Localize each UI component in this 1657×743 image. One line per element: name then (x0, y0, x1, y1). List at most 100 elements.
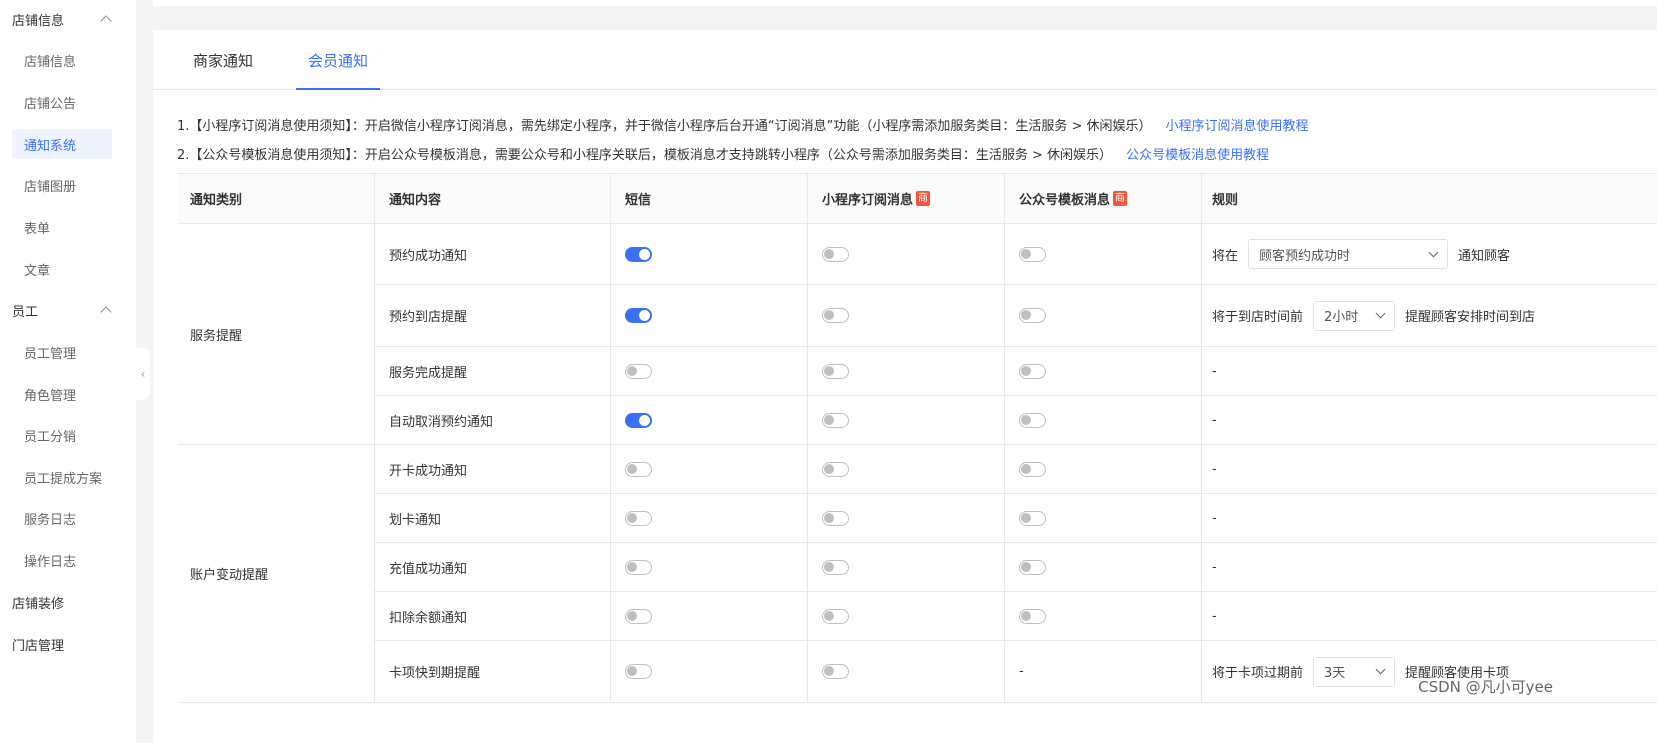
table-row: 扣除余额通知 - (375, 592, 1657, 641)
official-toggle[interactable] (1019, 412, 1046, 428)
nav-group-store-info[interactable]: 店铺信息 (12, 9, 114, 29)
mini-cell (808, 641, 1005, 702)
sidebar-item-form[interactable]: 表单 (12, 212, 112, 242)
sidebar-item-store-notice[interactable]: 店铺公告 (12, 87, 112, 117)
mini-cell (808, 224, 1005, 284)
header-mini-program: 小程序订阅消息商 (808, 174, 1005, 223)
sms-toggle[interactable] (625, 461, 652, 477)
official-toggle[interactable] (1019, 510, 1046, 526)
sms-toggle[interactable] (625, 664, 652, 679)
sidebar-item-operation-log[interactable]: 操作日志 (12, 545, 112, 575)
official-cell (1005, 285, 1202, 346)
select-value: 2小时 (1324, 310, 1359, 325)
header-rule: 规则 (1212, 193, 1239, 208)
sidebar-item-store-decoration[interactable]: 店铺装修 (12, 593, 64, 612)
mini-cell (808, 592, 1005, 640)
notification-label: 服务完成提醒 (375, 347, 611, 395)
notification-label: 自动取消预约通知 (375, 396, 611, 444)
sidebar-item-staff-management[interactable]: 员工管理 (12, 337, 112, 367)
rule-cell: 将在 顾客预约成功时 通知顾客 (1202, 224, 1657, 284)
mini-toggle[interactable] (822, 664, 849, 679)
sidebar-item-service-log[interactable]: 服务日志 (12, 503, 112, 533)
official-cell (1005, 543, 1202, 591)
rule-time-select[interactable]: 3天 (1313, 656, 1396, 687)
mini-toggle[interactable] (822, 246, 849, 262)
sidebar-item-staff-distribution[interactable]: 员工分销 (12, 420, 112, 450)
table-row: 预约成功通知 将在 顾客预约成功时 通知顾客 (375, 224, 1657, 285)
chevron-down-icon (1428, 247, 1439, 257)
sidebar-item-article[interactable]: 文章 (12, 254, 112, 284)
mini-cell (808, 285, 1005, 346)
sms-toggle[interactable] (625, 559, 652, 575)
table-row: 服务完成提醒 - (375, 347, 1657, 396)
official-toggle[interactable] (1019, 308, 1046, 323)
notification-label: 充值成功通知 (375, 543, 611, 591)
sms-toggle[interactable] (625, 363, 652, 379)
nav-group-staff[interactable]: 员工 (12, 300, 114, 320)
chevron-left-icon: ‹ (140, 367, 146, 381)
official-toggle[interactable] (1019, 246, 1046, 262)
chevron-down-icon (1375, 664, 1386, 675)
note-official-account: 2.【公众号模板消息使用须知】：开启公众号模板消息，需要公众号和小程序关联后，模… (177, 148, 1270, 163)
rule-prefix: 将在 (1212, 248, 1239, 264)
mini-toggle[interactable] (822, 412, 849, 428)
rule-cell: 将于到店时间前 2小时 提醒顾客安排时间到店 (1202, 285, 1657, 346)
top-bar (153, 0, 1657, 6)
official-toggle[interactable] (1019, 559, 1046, 575)
mini-toggle[interactable] (822, 363, 849, 379)
official-toggle[interactable] (1019, 461, 1046, 477)
sidebar-item-store-gallery[interactable]: 店铺图册 (12, 170, 112, 200)
mini-toggle[interactable] (822, 608, 849, 624)
select-value: 顾客预约成功时 (1259, 248, 1351, 264)
header-sms: 短信 (611, 174, 808, 223)
notification-label: 开卡成功通知 (375, 445, 611, 493)
rule-time-select[interactable]: 2小时 (1313, 300, 1396, 331)
mini-toggle[interactable] (822, 510, 849, 526)
mini-cell (808, 445, 1005, 493)
header-official-account: 公众号模板消息商 (1005, 174, 1202, 223)
category-cell: 账户变动提醒 (178, 445, 375, 703)
header-category: 通知类别 (178, 174, 375, 223)
tab-merchant-notifications[interactable]: 商家通知 (193, 50, 253, 90)
notification-label: 预约到店提醒 (375, 285, 611, 346)
table-row: 预约到店提醒 将于到店时间前 2小时 提醒顾客安排时间到店 (375, 285, 1657, 347)
official-account-tutorial-link[interactable]: 公众号模板消息使用教程 (1126, 148, 1269, 163)
table-header: 通知类别 通知内容 短信 小程序订阅消息商 公众号模板消息商 规则 (178, 174, 1657, 224)
mini-cell (808, 347, 1005, 395)
official-toggle[interactable] (1019, 608, 1046, 624)
sms-toggle[interactable] (625, 510, 652, 526)
mini-cell (808, 396, 1005, 444)
official-toggle[interactable] (1019, 363, 1046, 379)
sidebar-item-store-info[interactable]: 店铺信息 (12, 45, 112, 75)
sidebar-collapse-handle[interactable]: ‹ (136, 348, 150, 400)
sidebar-item-store-management[interactable]: 门店管理 (12, 635, 64, 654)
mini-program-tutorial-link[interactable]: 小程序订阅消息使用教程 (1166, 119, 1309, 134)
empty-value: - (1212, 510, 1217, 526)
usage-notes: 1.【小程序订阅消息使用须知】：开启微信小程序订阅消息，需先绑定小程序，并于微信… (177, 112, 1309, 170)
tab-member-notifications[interactable]: 会员通知 (296, 50, 381, 90)
notification-label: 卡项快到期提醒 (375, 641, 611, 702)
mini-toggle[interactable] (822, 559, 849, 575)
sms-toggle[interactable] (625, 308, 652, 323)
sidebar-item-commission-plan[interactable]: 员工提成方案 (12, 462, 112, 492)
sms-cell (611, 224, 808, 284)
empty-value: - (1212, 559, 1217, 575)
mini-cell (808, 543, 1005, 591)
mini-toggle[interactable] (822, 308, 849, 323)
rule-time-select[interactable]: 顾客预约成功时 (1248, 239, 1449, 269)
sidebar: 店铺信息 店铺信息 店铺公告 通知系统 店铺图册 表单 文章 员工 员工管理 角… (0, 0, 136, 743)
rule-cell: - (1202, 494, 1657, 542)
sms-toggle[interactable] (625, 412, 652, 428)
official-cell (1005, 224, 1202, 284)
notification-label: 预约成功通知 (375, 224, 611, 284)
mini-toggle[interactable] (822, 461, 849, 477)
official-cell: - (1005, 641, 1202, 702)
rule-cell: - (1202, 396, 1657, 444)
sidebar-item-notification-system[interactable]: 通知系统 (12, 129, 112, 159)
sidebar-item-role-management[interactable]: 角色管理 (12, 379, 112, 409)
sms-toggle[interactable] (625, 246, 652, 262)
sms-toggle[interactable] (625, 608, 652, 624)
empty-value: - (1019, 664, 1024, 679)
empty-value: - (1212, 412, 1217, 428)
official-cell (1005, 592, 1202, 640)
